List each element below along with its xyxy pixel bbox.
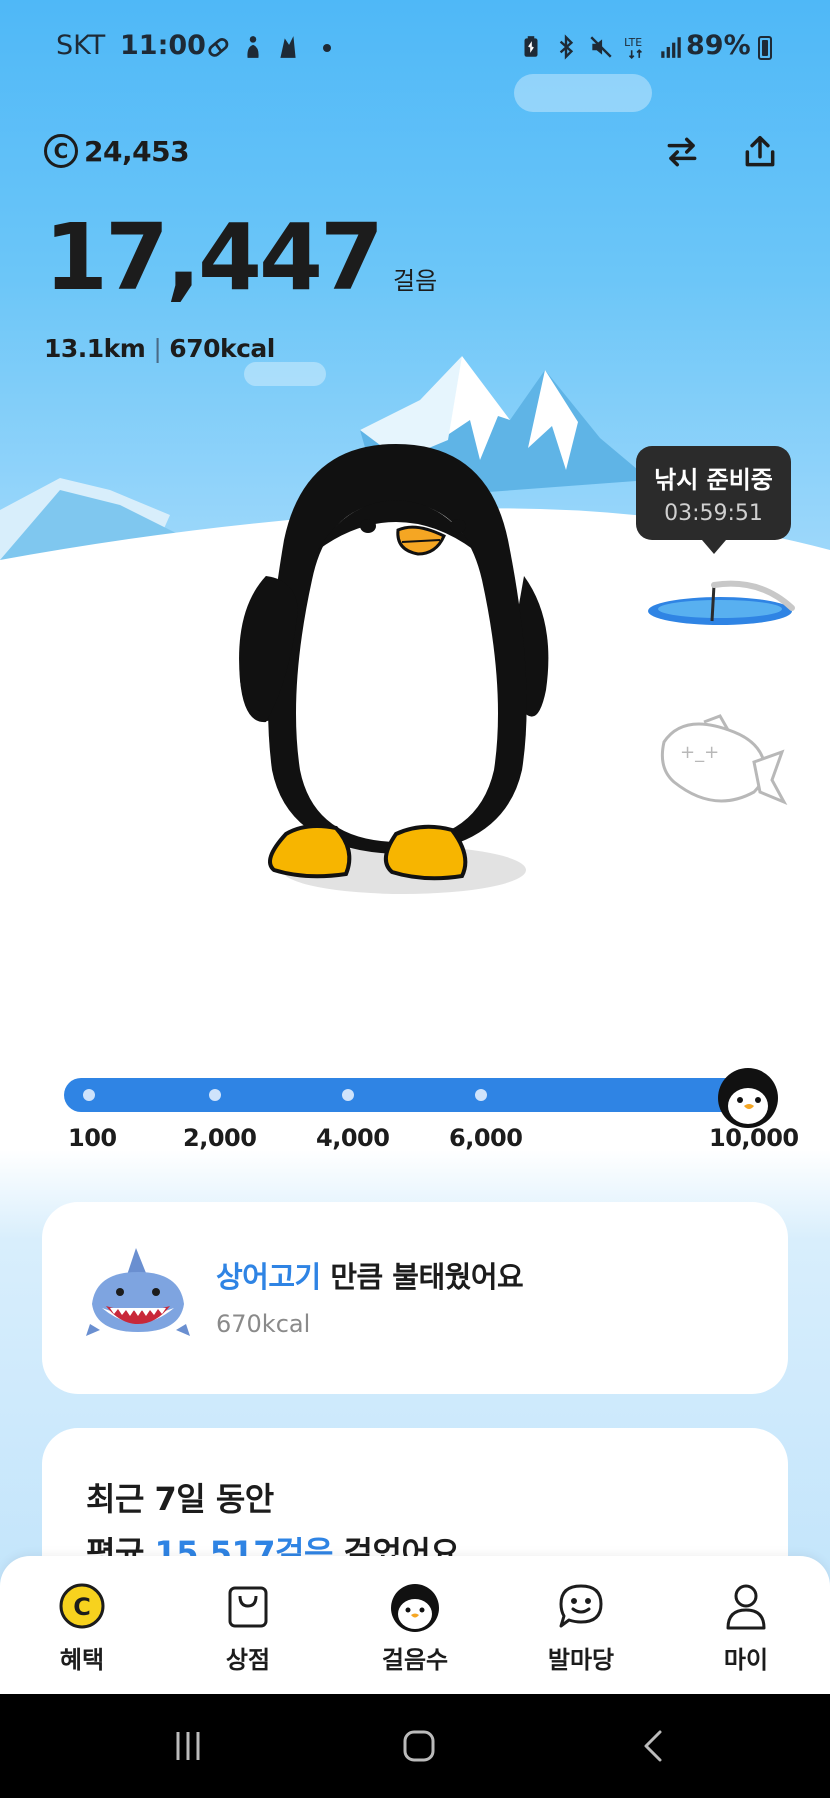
app-screen: +_+ SKT 11:00 LTE 89% C 24,453 17,447 걸음… [0,0,830,1798]
svg-text:LTE: LTE [624,36,642,49]
nav-item-steps[interactable]: 걸음수 [355,1580,475,1680]
shark-icon [86,1248,190,1336]
progress-label: 2,000 [183,1124,257,1152]
fishing-status-tooltip[interactable]: 낚시 준비중 03:59:51 [636,446,791,554]
nav-item-my[interactable]: 마이 [686,1580,806,1680]
nav-item-benefits[interactable]: C 혜택 [22,1580,142,1680]
coin-icon: C [44,134,78,168]
progress-label: 100 [68,1124,117,1152]
calorie-burn-title: 상어고기 만큼 불태웠어요 [216,1254,524,1296]
notification-icons [205,34,301,60]
status-bar: SKT 11:00 LTE 89% [0,28,830,68]
nav-label: 마이 [723,1646,769,1674]
progress-milestone-dot [342,1089,354,1101]
back-chevron-icon [644,1730,662,1762]
bluetooth-icon [559,34,574,60]
more-notifications-dot [323,44,331,52]
battery-icon [758,36,772,60]
nav-item-shop[interactable]: 상점 [188,1580,308,1680]
nav-label: 발마당 [547,1646,615,1674]
progress-label: 6,000 [449,1124,523,1152]
burn-title-rest: 만큼 불태웠어요 [320,1260,524,1294]
coin-balance[interactable]: C 24,453 [44,134,190,168]
distance-calorie-stats: 13.1km | 670kcal [44,334,275,363]
coin-icon: C [59,1583,105,1629]
recent-apps-icon [176,1732,200,1760]
mute-icon [590,36,612,58]
share-icon [745,136,775,167]
chat-smile-icon [559,1584,603,1628]
walker-icon [247,36,259,58]
progress-label: 4,000 [316,1124,390,1152]
step-progress-bar [64,1078,764,1112]
lte-icon: LTE [624,36,642,59]
fishing-status-title: 낚시 준비중 [654,466,773,494]
system-navigation-bar [0,1694,830,1798]
coin-balance-value: 24,453 [84,134,190,168]
progress-milestone-dot [83,1089,95,1101]
pill-icon [208,38,229,57]
distance-value: 13.1km [44,334,146,363]
calorie-burn-value: 670kcal [216,1310,311,1338]
progress-milestone-dot [209,1089,221,1101]
swap-arrows-icon [667,137,697,167]
signal-icon [661,37,681,58]
svg-text:C: C [73,1593,91,1621]
back-button[interactable] [624,1720,684,1772]
battery-saver-icon [524,36,538,57]
calories-value: 670kcal [169,334,275,363]
fishing-timer: 03:59:51 [664,501,763,526]
nav-label: 상점 [225,1646,271,1674]
home-button[interactable] [389,1720,449,1772]
step-count-value: 17,447 [44,204,384,311]
progress-label: 10,000 [709,1124,799,1152]
shopping-bag-icon [228,1586,268,1628]
penguin-character[interactable] [226,430,566,910]
battery-percentage: 89% [686,30,751,61]
burn-food-highlight: 상어고기 [216,1260,321,1294]
cloud [514,74,652,112]
svg-text:+_+: +_+ [680,742,719,763]
carrier-label: SKT [56,30,106,61]
progress-labels: 100 2,000 4,000 6,000 10,000 [0,1124,830,1158]
bottom-navigation: C 혜택 상점 걸음수 발마당 마이 [0,1556,830,1694]
share-button[interactable] [738,130,782,174]
weekly-summary-heading: 최근 7일 동안 [86,1480,274,1518]
home-icon [403,1730,435,1762]
step-count: 17,447 걸음 [44,212,437,304]
nav-label: 걸음수 [381,1646,449,1674]
recent-apps-button[interactable] [158,1720,218,1772]
app-notification-icon [280,36,296,58]
switch-button[interactable] [660,130,704,174]
penguin-icon [391,1584,439,1632]
person-icon [726,1584,766,1630]
stats-separator: | [153,334,162,363]
step-count-unit: 걸음 [393,267,438,295]
calorie-burn-card[interactable]: 상어고기 만큼 불태웠어요 670kcal [42,1202,788,1394]
system-icons: LTE [518,34,684,60]
nav-item-community[interactable]: 발마당 [521,1580,641,1680]
clock: 11:00 [120,30,206,61]
progress-milestone-dot [475,1089,487,1101]
penguin-progress-marker [718,1068,778,1128]
nav-label: 혜택 [59,1646,105,1674]
